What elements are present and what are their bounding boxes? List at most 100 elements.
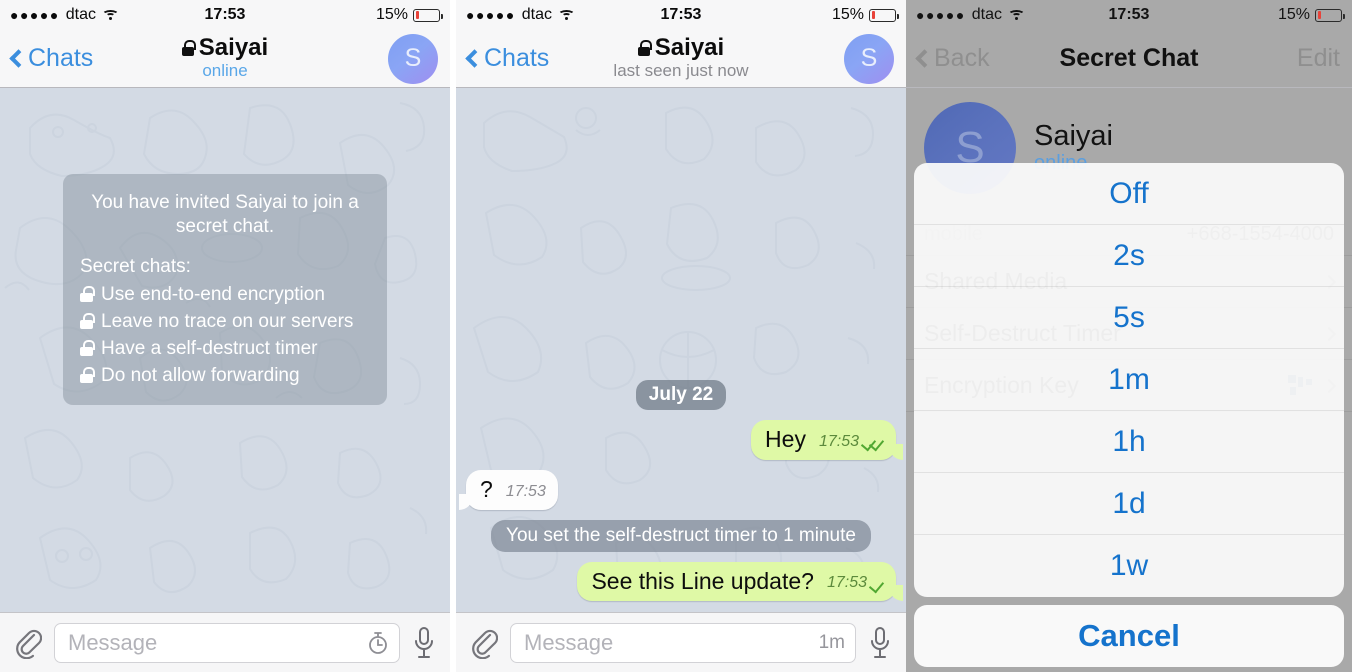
feature-label: Do not allow forwarding <box>101 364 300 386</box>
list-item: Do not allow forwarding <box>80 363 370 388</box>
cancel-button[interactable]: Cancel <box>914 605 1344 667</box>
message-row-outgoing: See this Line update? 17:53 <box>466 561 903 602</box>
lock-icon <box>80 312 95 330</box>
option-off[interactable]: Off <box>914 163 1344 225</box>
back-label: Chats <box>28 44 94 72</box>
lock-icon <box>637 39 652 56</box>
lock-icon <box>80 339 95 357</box>
status-right-1: 15% <box>375 6 443 24</box>
lock-icon <box>80 366 95 384</box>
chat-area-2: July 22 Hey 17:53 ? 17:53 You set the se… <box>456 88 906 612</box>
message-text: Hey <box>765 426 806 452</box>
double-check-icon <box>863 437 884 446</box>
status-bar-2: ●●●●● dtac 17:53 15% <box>456 0 906 30</box>
list-item: Have a self-destruct timer <box>80 336 370 361</box>
three-screenshot-strip: ●●●●● dtac 17:53 15% Chats Saiyai online <box>0 0 1358 672</box>
service-message: You set the self-destruct timer to 1 min… <box>491 519 871 552</box>
chevron-left-icon <box>915 49 934 68</box>
signal-dots-icon: ●●●●● <box>916 7 966 23</box>
back-to-chats-button[interactable]: Chats <box>9 44 94 73</box>
carrier-label: dtac <box>971 6 1003 23</box>
feature-label: Leave no trace on our servers <box>101 310 354 332</box>
status-right-2: 15% <box>831 6 899 24</box>
nav-bar-2: Chats Saiyai last seen just now S <box>456 30 906 88</box>
message-meta: 17:53 <box>819 433 884 453</box>
battery-percent-label: 15% <box>375 6 408 23</box>
message-placeholder: Message <box>68 629 158 655</box>
list-item: Use end-to-end encryption <box>80 282 370 307</box>
battery-icon <box>413 8 443 22</box>
message-list-1: You have invited Saiyai to join a secret… <box>0 88 450 612</box>
paperclip-icon[interactable] <box>470 627 499 659</box>
wifi-icon <box>558 9 576 22</box>
nav-bar-3: Back Secret Chat Edit <box>906 30 1352 88</box>
signal-dots-icon: ●●●●● <box>466 7 516 23</box>
signal-dots-icon: ●●●●● <box>10 7 60 23</box>
info-heading: You have invited Saiyai to join a secret… <box>91 192 359 238</box>
back-to-chats-button[interactable]: Chats <box>465 44 550 73</box>
back-label: Back <box>934 44 990 72</box>
message-meta: 17:53 <box>506 483 546 503</box>
feature-label: Use end-to-end encryption <box>101 283 325 305</box>
message-bubble[interactable]: Hey 17:53 <box>751 420 903 460</box>
feature-label: Have a self-destruct timer <box>101 337 318 359</box>
battery-percent-label: 15% <box>831 6 864 23</box>
panel-secret-chat-intro: ●●●●● dtac 17:53 15% Chats Saiyai online <box>0 0 450 672</box>
edit-button[interactable]: Edit <box>1297 44 1340 73</box>
option-2s[interactable]: 2s <box>914 225 1344 287</box>
battery-icon <box>869 8 899 22</box>
lock-icon <box>181 39 196 56</box>
secret-chat-info-bubble: You have invited Saiyai to join a secret… <box>63 174 387 405</box>
chevron-left-icon <box>465 49 484 68</box>
message-input-field-2[interactable]: Message 1m <box>510 622 856 663</box>
status-bar-3: ●●●●● dtac 17:53 15% <box>906 0 1352 30</box>
status-left-3: ●●●●● dtac <box>916 6 1026 24</box>
message-bubble[interactable]: See this Line update? 17:53 <box>577 561 903 602</box>
message-input-bar-1: Message <box>0 612 450 672</box>
paperclip-icon[interactable] <box>14 627 43 659</box>
back-label: Chats <box>484 44 550 72</box>
microphone-icon[interactable] <box>412 626 436 660</box>
message-meta: 17:53 <box>827 574 884 594</box>
back-button[interactable]: Back <box>915 44 990 73</box>
option-1w[interactable]: 1w <box>914 535 1344 597</box>
microphone-icon[interactable] <box>868 626 892 660</box>
option-1h[interactable]: 1h <box>914 411 1344 473</box>
battery-icon <box>1315 8 1345 22</box>
option-5s[interactable]: 5s <box>914 287 1344 349</box>
message-placeholder: Message <box>524 629 614 655</box>
action-sheet-options: Off 2s 5s 1m 1h 1d 1w <box>914 163 1344 597</box>
wifi-icon <box>1008 9 1026 22</box>
chat-area-1: You have invited Saiyai to join a secret… <box>0 88 450 612</box>
secret-chat-feature-list: Use end-to-end encryption Leave no trace… <box>80 282 370 388</box>
single-check-icon <box>871 579 884 588</box>
contact-name: Saiyai <box>198 34 269 62</box>
nav-bar-1: Chats Saiyai online S <box>0 30 450 88</box>
contact-name: Saiyai <box>654 34 725 62</box>
message-time: 17:53 <box>505 482 546 500</box>
message-row-incoming: ? 17:53 <box>459 469 896 510</box>
message-text: See this Line update? <box>591 567 814 594</box>
message-input-bar-2: Message 1m <box>456 612 906 672</box>
status-bar-1: ●●●●● dtac 17:53 15% <box>0 0 450 30</box>
wifi-icon <box>102 9 120 22</box>
status-left-2: ●●●●● dtac <box>466 6 576 24</box>
lock-icon <box>80 285 95 303</box>
avatar[interactable]: S <box>844 33 894 84</box>
message-row-outgoing: Hey 17:53 <box>466 420 903 460</box>
panel-secret-chat-settings: ●●●●● dtac 17:53 15% Back Secret Chat Ed… <box>906 0 1352 672</box>
message-input-field-1[interactable]: Message <box>54 622 400 663</box>
message-row-service: You set the self-destruct timer to 1 min… <box>466 519 896 552</box>
self-destruct-timer-value[interactable]: 1m <box>819 632 845 654</box>
stopwatch-icon[interactable] <box>367 631 389 655</box>
info-lead: Secret chats: <box>80 255 191 277</box>
list-item: Leave no trace on our servers <box>80 309 370 334</box>
carrier-label: dtac <box>65 6 97 23</box>
carrier-label: dtac <box>521 6 553 23</box>
option-1d[interactable]: 1d <box>914 473 1344 535</box>
message-list-2: July 22 Hey 17:53 ? 17:53 You set the se… <box>456 88 906 612</box>
option-1m[interactable]: 1m <box>914 349 1344 411</box>
message-bubble[interactable]: ? 17:53 <box>459 469 558 510</box>
avatar[interactable]: S <box>388 33 438 84</box>
self-destruct-timer-action-sheet: Off 2s 5s 1m 1h 1d 1w Cancel <box>914 163 1344 667</box>
